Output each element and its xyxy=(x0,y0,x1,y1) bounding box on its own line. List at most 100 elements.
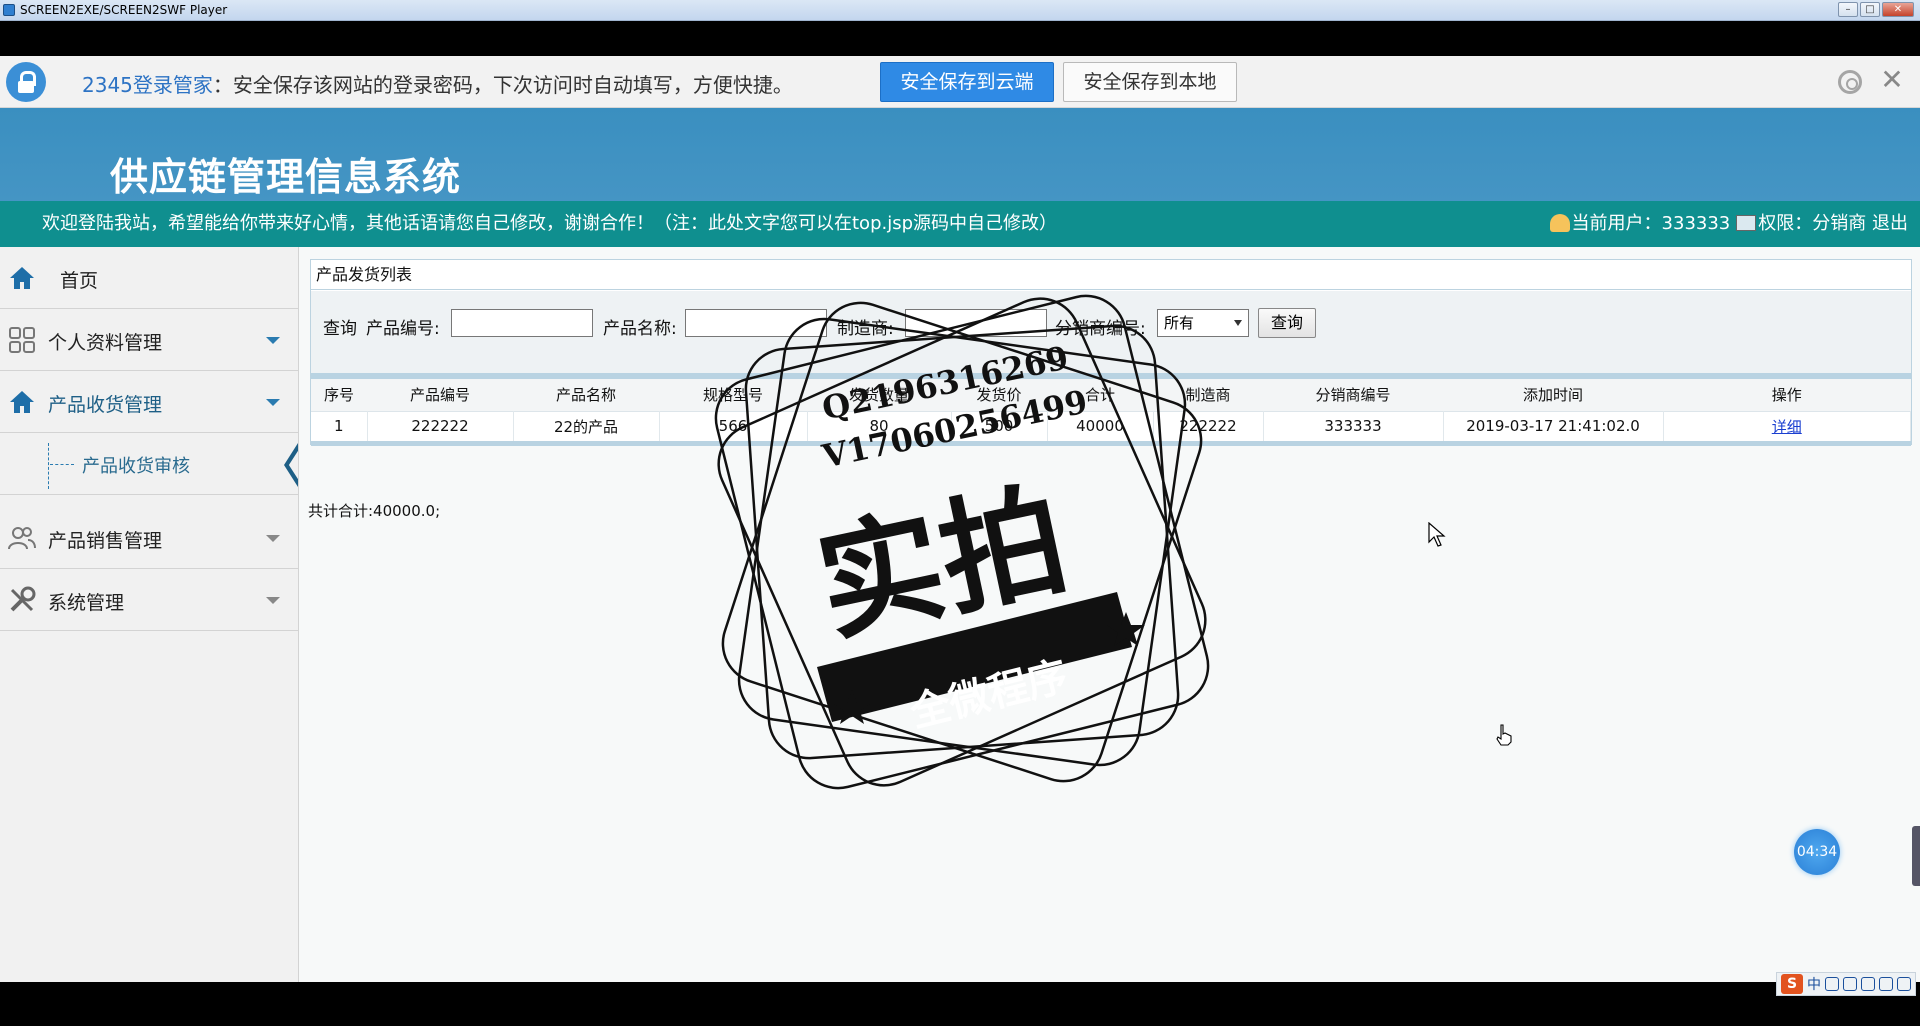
detail-link[interactable]: 详细 xyxy=(1772,418,1802,436)
cell-product-code: 222222 xyxy=(367,411,514,441)
sidebar-item-label: 个人资料管理 xyxy=(48,332,163,354)
sidebar-item-label: 系统管理 xyxy=(48,592,125,614)
product-name-label: 产品名称: xyxy=(603,319,677,339)
product-name-input[interactable] xyxy=(685,309,827,337)
sidebar-item-sales[interactable]: 产品销售管理 xyxy=(0,507,298,569)
welcome-bar: 欢迎登陆我站，希望能给你带来好心情，其他话语请您自己修改，谢谢合作！（注：此处文… xyxy=(0,201,1920,247)
column-header: 序号 xyxy=(311,379,367,411)
page-title: 供应链管理信息系统 xyxy=(110,155,462,199)
password-manager-bar: 2345登录管家：安全保存该网站的登录密码，下次访问时自动填写，方便快捷。 安全… xyxy=(0,56,1920,108)
permission-label: 权限：分销商 xyxy=(1758,213,1867,234)
home-icon xyxy=(10,391,34,413)
player-viewport: 2345登录管家：安全保存该网站的登录密码，下次访问时自动填写，方便快捷。 安全… xyxy=(0,56,1920,982)
grid-icon xyxy=(9,327,35,353)
cell-action: 详细 xyxy=(1663,411,1911,441)
close-icon[interactable]: ✕ xyxy=(1878,66,1906,94)
emoji-icon[interactable] xyxy=(1825,977,1839,991)
chevron-down-icon xyxy=(266,399,280,406)
sidebar-item-system[interactable]: 系统管理 xyxy=(0,569,298,631)
cell-quantity: 80 xyxy=(807,411,952,441)
logout-link[interactable]: 退出 xyxy=(1872,213,1908,234)
window-titlebar: SCREEN2EXE/SCREEN2SWF Player – □ ✕ xyxy=(0,0,1920,21)
shipment-table: 序号 产品编号 产品名称 规格型号 发货数量 发货价 合计 制造商 分销商编号 … xyxy=(311,379,1911,441)
tools-icon xyxy=(10,586,36,612)
edge-handle[interactable] xyxy=(1912,826,1920,886)
microphone-icon[interactable] xyxy=(1843,977,1857,991)
chevron-down-icon xyxy=(266,337,280,344)
app-icon xyxy=(3,4,15,16)
column-header: 操作 xyxy=(1663,379,1911,411)
users-icon xyxy=(8,527,36,550)
maximize-button[interactable]: □ xyxy=(1860,2,1880,17)
active-pointer-icon xyxy=(284,443,298,487)
product-code-label: 产品编号: xyxy=(366,319,440,339)
sidebar-item-home[interactable]: 首页 xyxy=(0,247,298,309)
sidebar-item-label: 产品销售管理 xyxy=(48,530,163,552)
sidebar: 首页 个人资料管理 产品收货管理 产品收货审核 产品销售管理 系统管理 xyxy=(0,247,299,982)
system-header: 供应链管理信息系统 xyxy=(0,108,1920,201)
cell-added-time: 2019-03-17 21:41:02.0 xyxy=(1443,411,1664,441)
cell-total: 40000 xyxy=(1047,411,1154,441)
password-manager-message: 2345登录管家：安全保存该网站的登录密码，下次访问时自动填写，方便快捷。 xyxy=(82,69,793,98)
skin-icon[interactable] xyxy=(1879,977,1893,991)
mouse-cursor-icon xyxy=(1428,522,1446,547)
gear-icon[interactable] xyxy=(1838,70,1862,94)
user-info: 当前用户：333333 权限：分销商 退出 xyxy=(1549,201,1908,247)
recording-timer: 04:34 xyxy=(1794,829,1840,875)
lock-icon xyxy=(6,62,46,102)
hand-cursor-icon xyxy=(1496,724,1512,746)
sidebar-item-profile[interactable]: 个人资料管理 xyxy=(0,309,298,371)
column-header: 分销商编号 xyxy=(1263,379,1443,411)
sidebar-subitem-label: 产品收货审核 xyxy=(82,456,190,477)
shipment-list-panel: 产品发货列表 查询 产品编号: 产品名称: 制造商: 分销商编号: 所有 查询 … xyxy=(310,259,1912,446)
column-header: 添加时间 xyxy=(1443,379,1663,411)
minimize-button[interactable]: – xyxy=(1838,2,1858,17)
chevron-down-icon xyxy=(266,597,280,604)
current-user: 当前用户：333333 xyxy=(1571,213,1731,234)
query-label: 查询 xyxy=(323,319,357,339)
column-header: 产品编号 xyxy=(367,379,513,411)
window-title: SCREEN2EXE/SCREEN2SWF Player xyxy=(20,3,228,17)
product-code-input[interactable] xyxy=(451,309,593,337)
table-bottom-border xyxy=(311,441,1911,446)
grand-total: 共计合计:40000.0; xyxy=(308,502,441,520)
branch-icon xyxy=(48,443,49,489)
column-header: 合计 xyxy=(1047,379,1153,411)
chevron-down-icon xyxy=(266,535,280,542)
ime-toolbar: S 中 xyxy=(1776,972,1916,996)
keyboard-icon[interactable] xyxy=(1861,977,1875,991)
permission-icon xyxy=(1736,215,1757,231)
cell-index: 1 xyxy=(311,411,368,441)
home-icon xyxy=(10,267,34,289)
password-manager-brand: 2345登录管家 xyxy=(82,73,213,97)
query-button[interactable]: 查询 xyxy=(1258,308,1316,338)
window-close-button[interactable]: ✕ xyxy=(1882,2,1914,17)
ime-mode[interactable]: 中 xyxy=(1807,974,1821,994)
table-header-row: 序号 产品编号 产品名称 规格型号 发货数量 发货价 合计 制造商 分销商编号 … xyxy=(311,379,1911,411)
main-content: 产品发货列表 查询 产品编号: 产品名称: 制造商: 分销商编号: 所有 查询 … xyxy=(308,256,1912,982)
save-to-cloud-button[interactable]: 安全保存到云端 xyxy=(880,62,1054,102)
cell-spec: 566 xyxy=(659,411,808,441)
letterbox-top xyxy=(0,21,1920,56)
search-form: 查询 产品编号: 产品名称: 制造商: 分销商编号: 所有 查询 xyxy=(311,291,1911,373)
column-header: 发货数量 xyxy=(807,379,951,411)
branch-dash xyxy=(50,464,74,465)
cell-distributor: 333333 xyxy=(1263,411,1444,441)
sidebar-item-receiving[interactable]: 产品收货管理 xyxy=(0,371,298,433)
cell-manufacturer: 222222 xyxy=(1153,411,1264,441)
sidebar-item-label: 首页 xyxy=(60,270,99,292)
toolbox-icon[interactable] xyxy=(1897,977,1911,991)
distributor-label: 分销商编号: xyxy=(1055,319,1146,339)
panel-title: 产品发货列表 xyxy=(311,260,1911,290)
table-row: 1 222222 22的产品 566 80 500 40000 222222 3… xyxy=(311,411,1911,441)
password-manager-text: ：安全保存该网站的登录密码，下次访问时自动填写，方便快捷。 xyxy=(212,73,793,97)
save-to-local-button[interactable]: 安全保存到本地 xyxy=(1063,62,1237,102)
sidebar-item-receiving-review[interactable]: 产品收货审核 xyxy=(0,433,298,495)
column-header: 产品名称 xyxy=(513,379,659,411)
sogou-logo-icon[interactable]: S xyxy=(1781,974,1803,994)
distributor-select[interactable]: 所有 xyxy=(1157,309,1249,337)
manufacturer-input[interactable] xyxy=(905,309,1047,337)
welcome-text: 欢迎登陆我站，希望能给你带来好心情，其他话语请您自己修改，谢谢合作！（注：此处文… xyxy=(42,213,1058,234)
sidebar-item-label: 产品收货管理 xyxy=(48,394,163,416)
cell-product-name: 22的产品 xyxy=(513,411,660,441)
